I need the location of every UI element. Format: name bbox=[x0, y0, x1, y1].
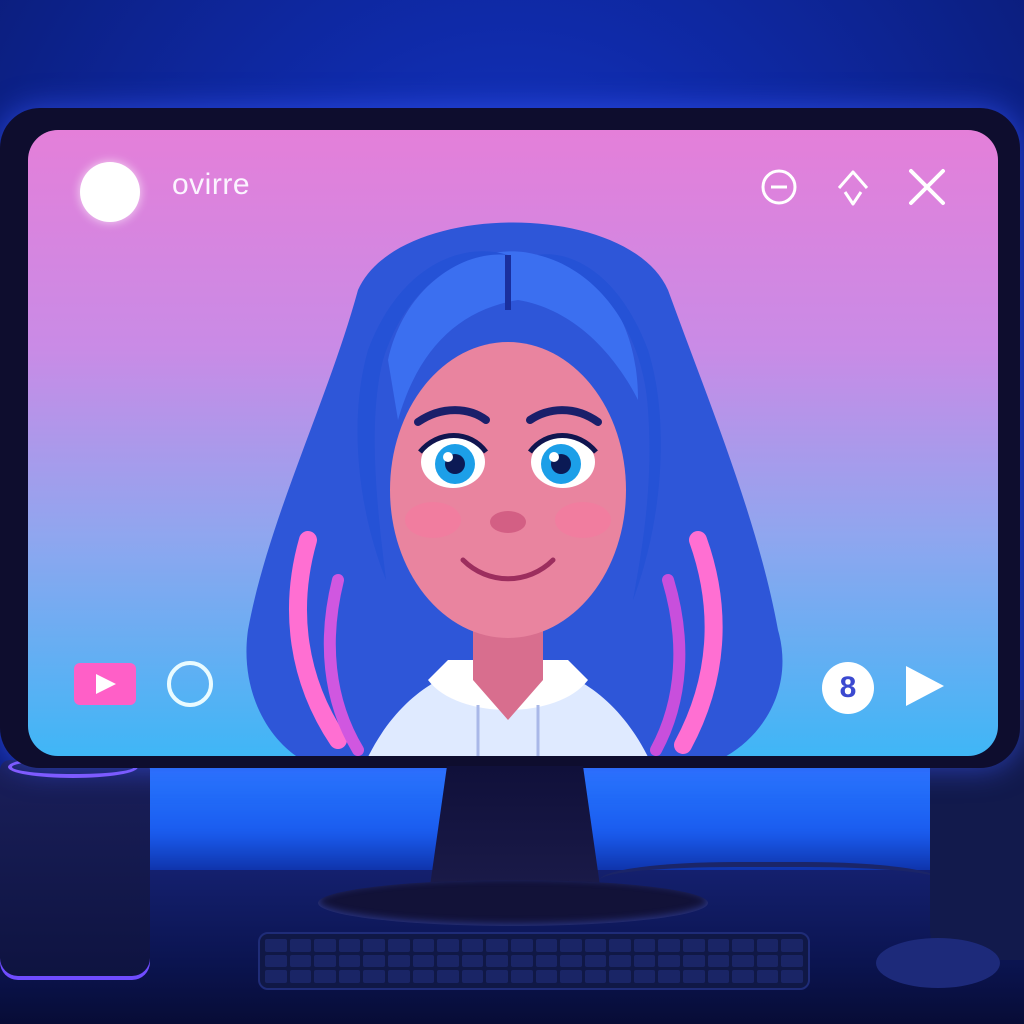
video-play-badge-icon[interactable] bbox=[74, 663, 136, 709]
keyboard-key bbox=[338, 954, 361, 968]
keyboard-key bbox=[265, 939, 287, 952]
desk-scene: ovirre 8 bbox=[0, 0, 1024, 1024]
app-logo[interactable] bbox=[80, 162, 140, 222]
keyboard-key bbox=[510, 970, 533, 983]
keyboard-key bbox=[584, 954, 607, 968]
keyboard-key bbox=[732, 970, 754, 983]
keyboard-key bbox=[633, 939, 656, 952]
keyboard-key bbox=[732, 939, 754, 952]
keyboard-key bbox=[535, 954, 558, 968]
keyboard-key bbox=[289, 939, 312, 952]
keyboard-key bbox=[658, 970, 681, 983]
keyboard-key bbox=[338, 939, 361, 952]
keyboard-key bbox=[437, 970, 459, 983]
keyboard-key bbox=[707, 970, 730, 983]
minus-circle-icon[interactable] bbox=[756, 164, 802, 210]
keyboard-key bbox=[535, 970, 558, 983]
keyboard-key bbox=[314, 939, 336, 952]
keyboard-key bbox=[387, 954, 410, 968]
keyboard-key bbox=[658, 939, 681, 952]
pen-cup bbox=[0, 760, 150, 980]
media-controls-right: 8 bbox=[822, 662, 946, 714]
keyboard-key bbox=[781, 939, 803, 952]
keyboard-key bbox=[510, 939, 533, 952]
keyboard-key bbox=[633, 954, 656, 968]
keyboard-key bbox=[461, 970, 484, 983]
keyboard-key bbox=[683, 970, 705, 983]
keyboard-key bbox=[387, 970, 410, 983]
keyboard-key bbox=[781, 954, 803, 968]
keyboard-key bbox=[486, 970, 508, 983]
avatar-illustration bbox=[208, 160, 808, 756]
keyboard-key bbox=[363, 939, 385, 952]
keyboard-key bbox=[756, 970, 779, 983]
keyboard-key bbox=[412, 954, 435, 968]
keyboard-key bbox=[412, 939, 435, 952]
window-controls bbox=[756, 164, 950, 210]
keyboard bbox=[258, 932, 810, 990]
loading-ring-icon[interactable] bbox=[164, 658, 216, 714]
monitor-screen: ovirre 8 bbox=[28, 130, 998, 756]
keyboard-key bbox=[609, 954, 631, 968]
keyboard-key bbox=[387, 939, 410, 952]
keyboard-key bbox=[510, 954, 533, 968]
keyboard-key bbox=[461, 939, 484, 952]
keyboard-key bbox=[338, 970, 361, 983]
keyboard-key bbox=[314, 970, 336, 983]
close-icon[interactable] bbox=[904, 164, 950, 210]
keyboard-key bbox=[560, 970, 582, 983]
keyboard-key bbox=[584, 970, 607, 983]
keyboard-key bbox=[560, 954, 582, 968]
keyboard-key bbox=[756, 939, 779, 952]
keyboard-key bbox=[707, 939, 730, 952]
keyboard-key bbox=[683, 954, 705, 968]
keyboard-key bbox=[584, 939, 607, 952]
computer-mouse bbox=[876, 938, 1000, 988]
keyboard-key bbox=[560, 939, 582, 952]
keyboard-key bbox=[437, 939, 459, 952]
counter-badge[interactable]: 8 bbox=[822, 662, 874, 714]
monitor-stand-base bbox=[318, 880, 708, 926]
keyboard-key bbox=[609, 939, 631, 952]
keyboard-key bbox=[486, 954, 508, 968]
play-triangle-icon[interactable] bbox=[902, 664, 946, 712]
keyboard-key bbox=[683, 939, 705, 952]
keyboard-key bbox=[707, 954, 730, 968]
keyboard-key bbox=[461, 954, 484, 968]
keyboard-key bbox=[658, 954, 681, 968]
keyboard-key bbox=[486, 939, 508, 952]
keyboard-key bbox=[633, 970, 656, 983]
up-arrow-icon[interactable] bbox=[830, 164, 876, 210]
keyboard-key bbox=[265, 954, 287, 968]
keyboard-key bbox=[732, 954, 754, 968]
keyboard-key bbox=[412, 970, 435, 983]
keyboard-key bbox=[363, 970, 385, 983]
monitor-stand-neck bbox=[430, 766, 600, 886]
keyboard-key bbox=[265, 970, 287, 983]
keyboard-key bbox=[289, 970, 312, 983]
keyboard-key bbox=[363, 954, 385, 968]
keyboard-key bbox=[289, 954, 312, 968]
keyboard-key bbox=[756, 954, 779, 968]
keyboard-key bbox=[437, 954, 459, 968]
media-controls-left bbox=[74, 658, 216, 714]
app-title: ovirre bbox=[172, 168, 251, 201]
keyboard-key bbox=[535, 939, 558, 952]
avatar-svg bbox=[246, 222, 783, 756]
keyboard-key bbox=[609, 970, 631, 983]
keyboard-key bbox=[314, 954, 336, 968]
keyboard-key bbox=[781, 970, 803, 983]
